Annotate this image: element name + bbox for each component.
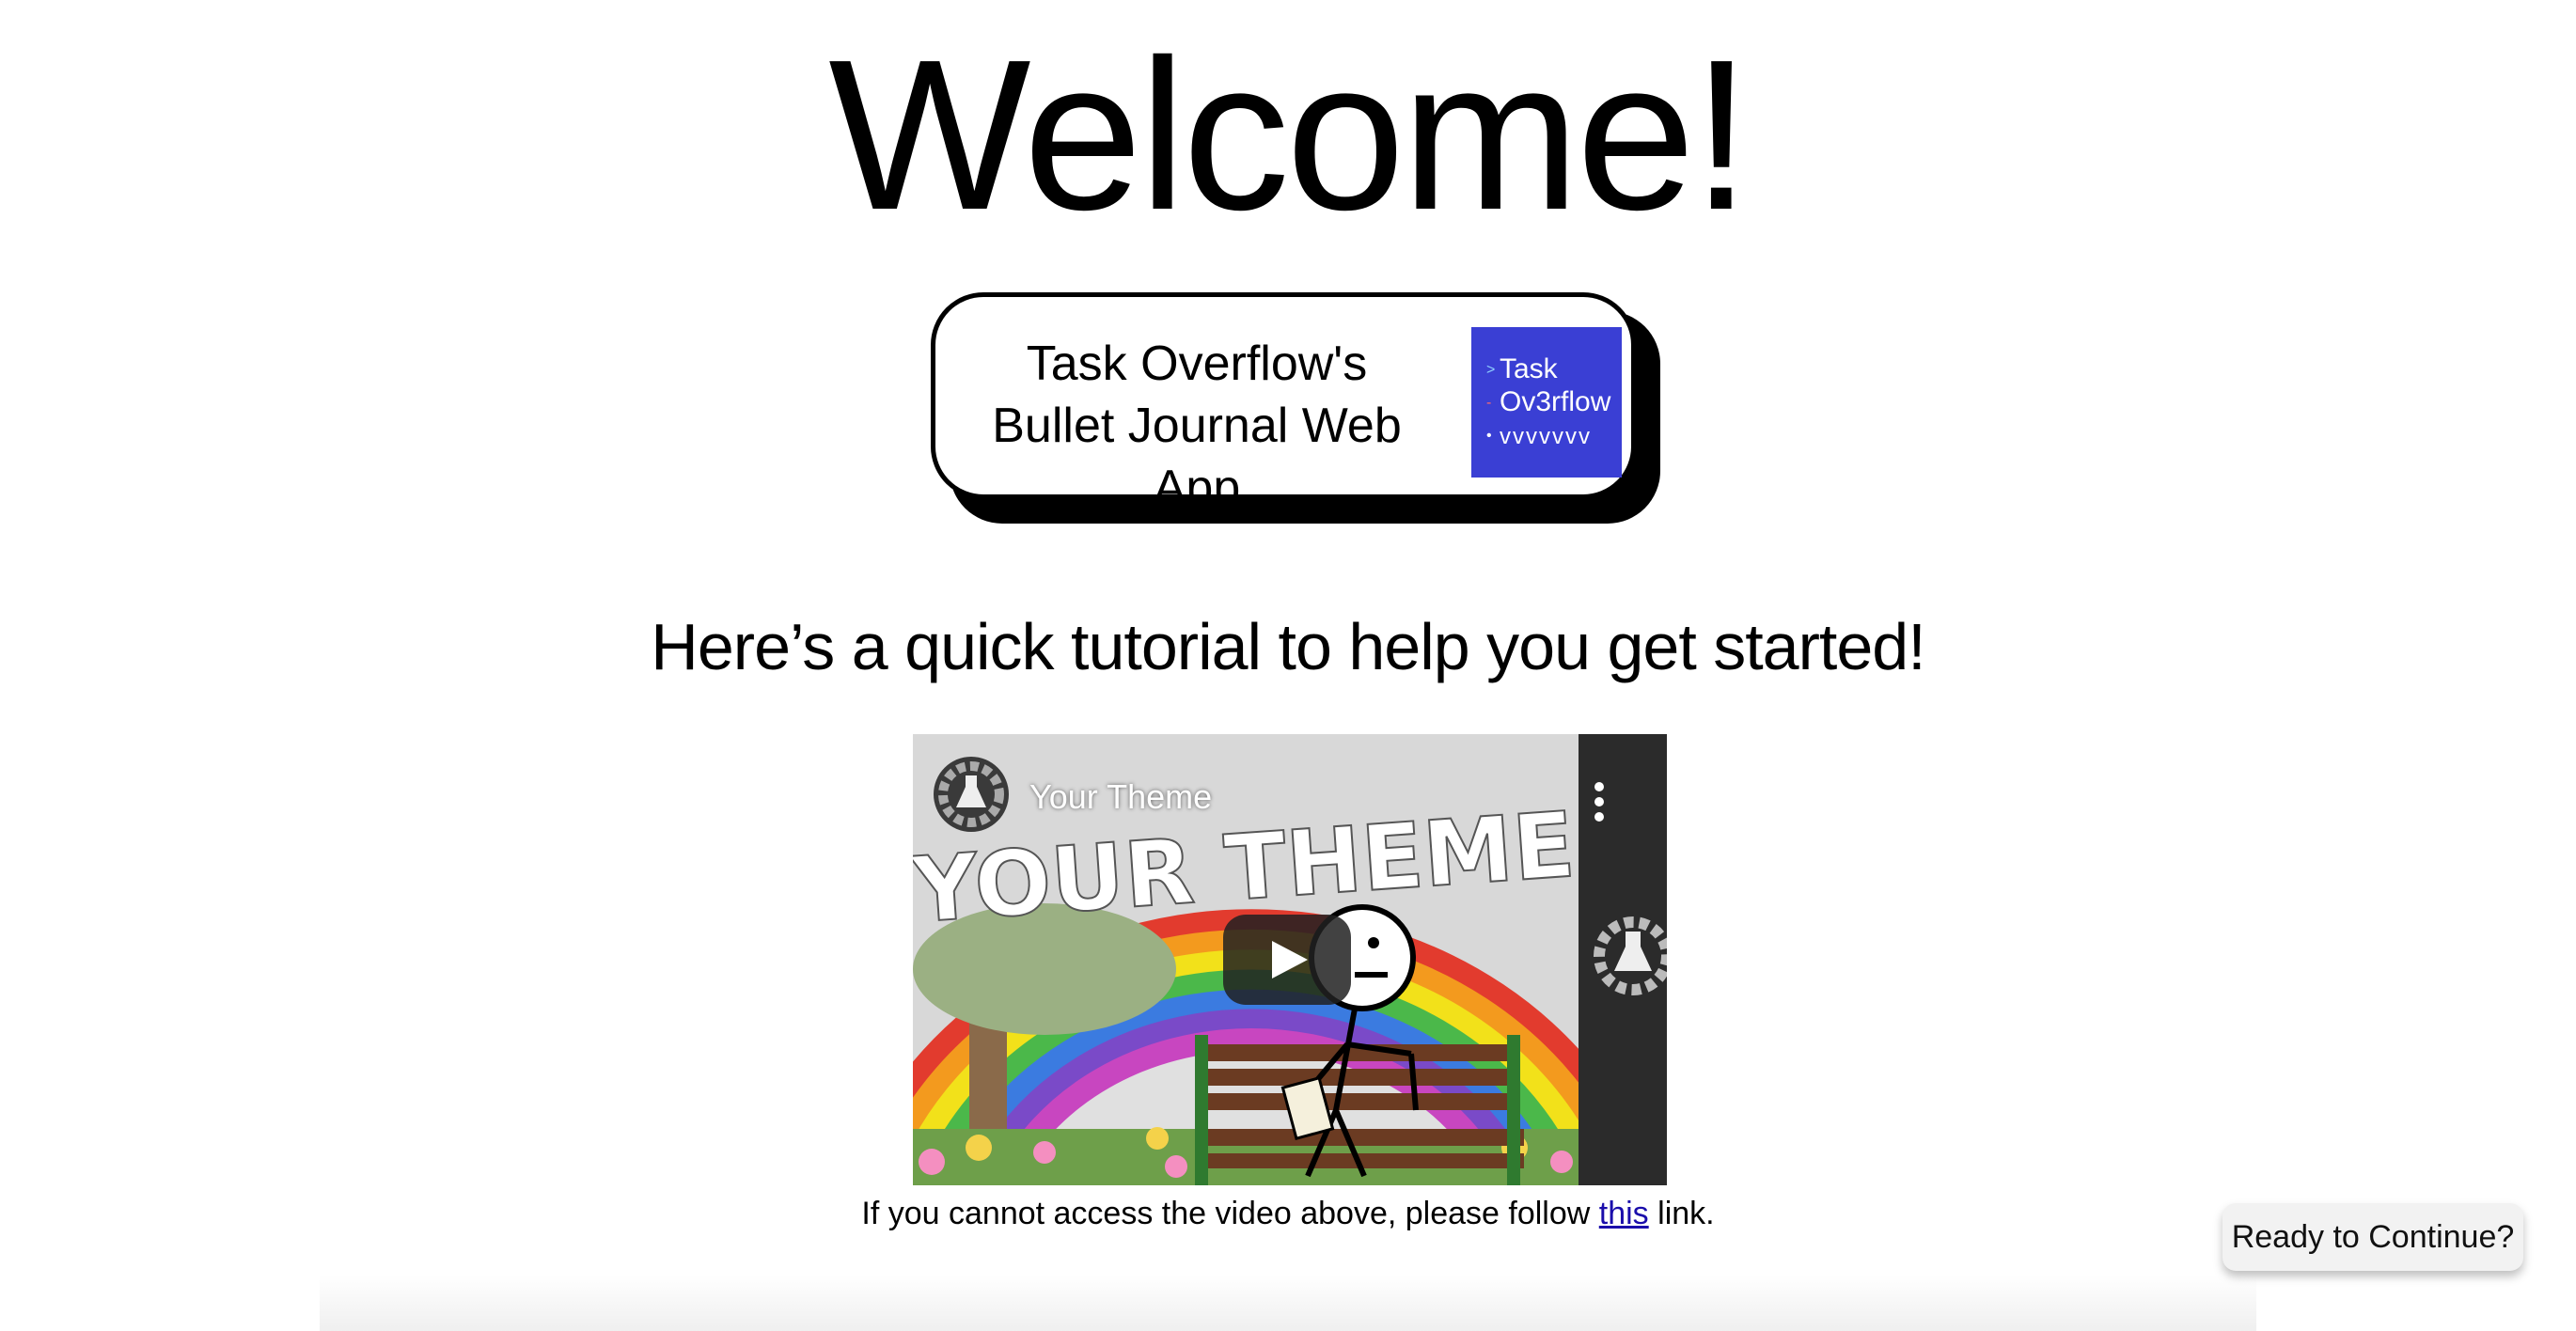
play-button[interactable]: [1223, 915, 1351, 1005]
video-title[interactable]: Your Theme: [1029, 777, 1212, 817]
video-fallback-caption: If you cannot access the video above, pl…: [0, 1196, 2576, 1232]
logo-tile-text-2: Ov3rflow: [1500, 386, 1611, 418]
dash-icon: -: [1486, 395, 1492, 412]
logo-tile-row-3: • vvvvvvv: [1486, 419, 1622, 453]
logo-tile-row-2: - Ov3rflow: [1486, 386, 1622, 419]
more-vert-icon[interactable]: [1590, 777, 1609, 826]
bullet-icon: •: [1486, 428, 1492, 445]
logo-tile-row-1: > Task: [1486, 353, 1622, 386]
app-logo-card: Task Overflow's Bullet Journal Web App >…: [931, 292, 1664, 527]
tutorial-video-embed[interactable]: YOUR THEME Your Theme: [913, 734, 1667, 1185]
welcome-heading: Welcome!: [828, 16, 1751, 255]
play-icon: [1272, 941, 1308, 979]
channel-avatar-icon[interactable]: [934, 757, 1009, 832]
logo-card-text: Task Overflow's Bullet Journal Web App: [962, 333, 1432, 519]
chevron-right-icon: >: [1486, 362, 1496, 379]
tutorial-subtitle: Here’s a quick tutorial to help you get …: [651, 610, 1925, 683]
caption-text-after: link.: [1648, 1196, 1715, 1231]
ready-to-continue-button[interactable]: Ready to Continue?: [2223, 1203, 2523, 1271]
caption-text-before: If you cannot access the video above, pl…: [861, 1196, 1599, 1231]
video-fallback-link[interactable]: this: [1599, 1196, 1649, 1231]
logo-card-body: Task Overflow's Bullet Journal Web App >…: [931, 292, 1636, 515]
logo-tile-text-1: Task: [1500, 353, 1558, 384]
page: Welcome! Task Overflow's Bullet Journal …: [0, 0, 2576, 1331]
logo-line-1: Task Overflow's: [1026, 337, 1368, 391]
logo-line-2: Bullet Journal Web App: [992, 399, 1402, 515]
bottom-fade-divider: [320, 1275, 2256, 1331]
app-logo-tile: > Task - Ov3rflow • vvvvvvv: [1471, 327, 1622, 478]
logo-tile-text-3: vvvvvvv: [1500, 424, 1592, 450]
